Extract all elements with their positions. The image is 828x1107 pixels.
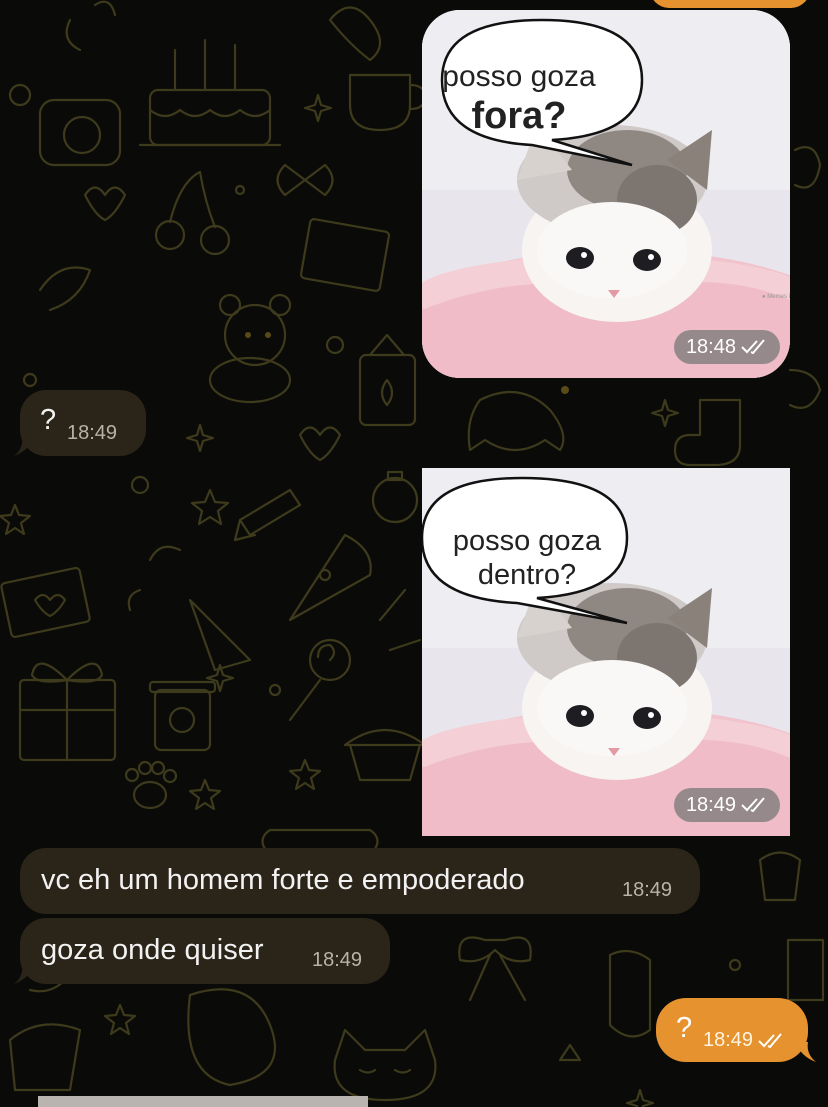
ribbon-doodle — [458, 936, 532, 1002]
message-timestamp: 18:49 — [622, 879, 673, 901]
message-timestamp: 18:48 — [673, 330, 780, 364]
outgoing-message-question[interactable]: ? 18:49 — [656, 998, 808, 1062]
message-text: vc eh um homem forte e empoderado — [41, 864, 525, 896]
cake-doodle — [138, 38, 282, 147]
kitten-sticker-dentro[interactable]: posso goza dentro? 18:49 — [422, 468, 790, 836]
incoming-message-empoderado[interactable]: vc eh um homem forte e empoderado 18:49 — [20, 848, 700, 914]
message-timestamp: 18:49 — [703, 1029, 785, 1052]
partial-media-preview[interactable] — [38, 1096, 368, 1107]
message-text: goza onde quiser — [41, 934, 264, 966]
message-timestamp: 18:49 — [673, 788, 780, 822]
time-label: 18:49 — [703, 1029, 754, 1051]
cherries-doodle — [154, 170, 231, 256]
caption-line-2: fora? — [471, 95, 567, 137]
cat-doodle — [333, 1028, 437, 1102]
bear-doodle — [208, 293, 292, 404]
bow-doodle — [276, 163, 334, 197]
caption-line-1: posso goza — [452, 525, 602, 557]
svg-text:● Memes Libidinosos: ● Memes Libidinosos — [762, 294, 790, 300]
bubble-tail — [14, 964, 34, 984]
gift-doodle — [18, 662, 117, 762]
camera-doodle — [38, 98, 122, 167]
bubble-tail — [14, 436, 34, 456]
lantern-doodle — [358, 333, 417, 427]
speech-bubble-text: posso goza dentro? — [422, 524, 632, 592]
speech-bubble-text: posso goza fora? — [424, 60, 614, 138]
incoming-message-question[interactable]: ? 18:49 — [20, 390, 146, 456]
bubble-tail — [796, 1042, 816, 1062]
caption-line-2: dentro? — [477, 559, 577, 591]
time-label: 18:48 — [685, 336, 736, 358]
incoming-message-goza-onde-quiser[interactable]: goza onde quiser 18:49 — [20, 918, 390, 984]
message-timestamp: 18:49 — [67, 422, 118, 444]
envelope-doodle — [0, 566, 91, 639]
message-timestamp: 18:49 — [312, 949, 363, 971]
double-check-icon — [741, 339, 765, 355]
message-text: ? — [40, 404, 57, 436]
cut-off-outgoing-bubble — [650, 0, 810, 8]
double-check-icon — [741, 797, 765, 813]
paw-doodle — [124, 760, 178, 810]
caption-line-1: posso goza — [442, 60, 596, 93]
double-check-icon — [758, 1032, 782, 1048]
message-text: ? — [676, 1012, 693, 1044]
time-label: 18:49 — [685, 794, 736, 816]
kitten-sticker-fora[interactable]: ● Memes Libidinosos posso goza fora? 18:… — [422, 10, 790, 378]
